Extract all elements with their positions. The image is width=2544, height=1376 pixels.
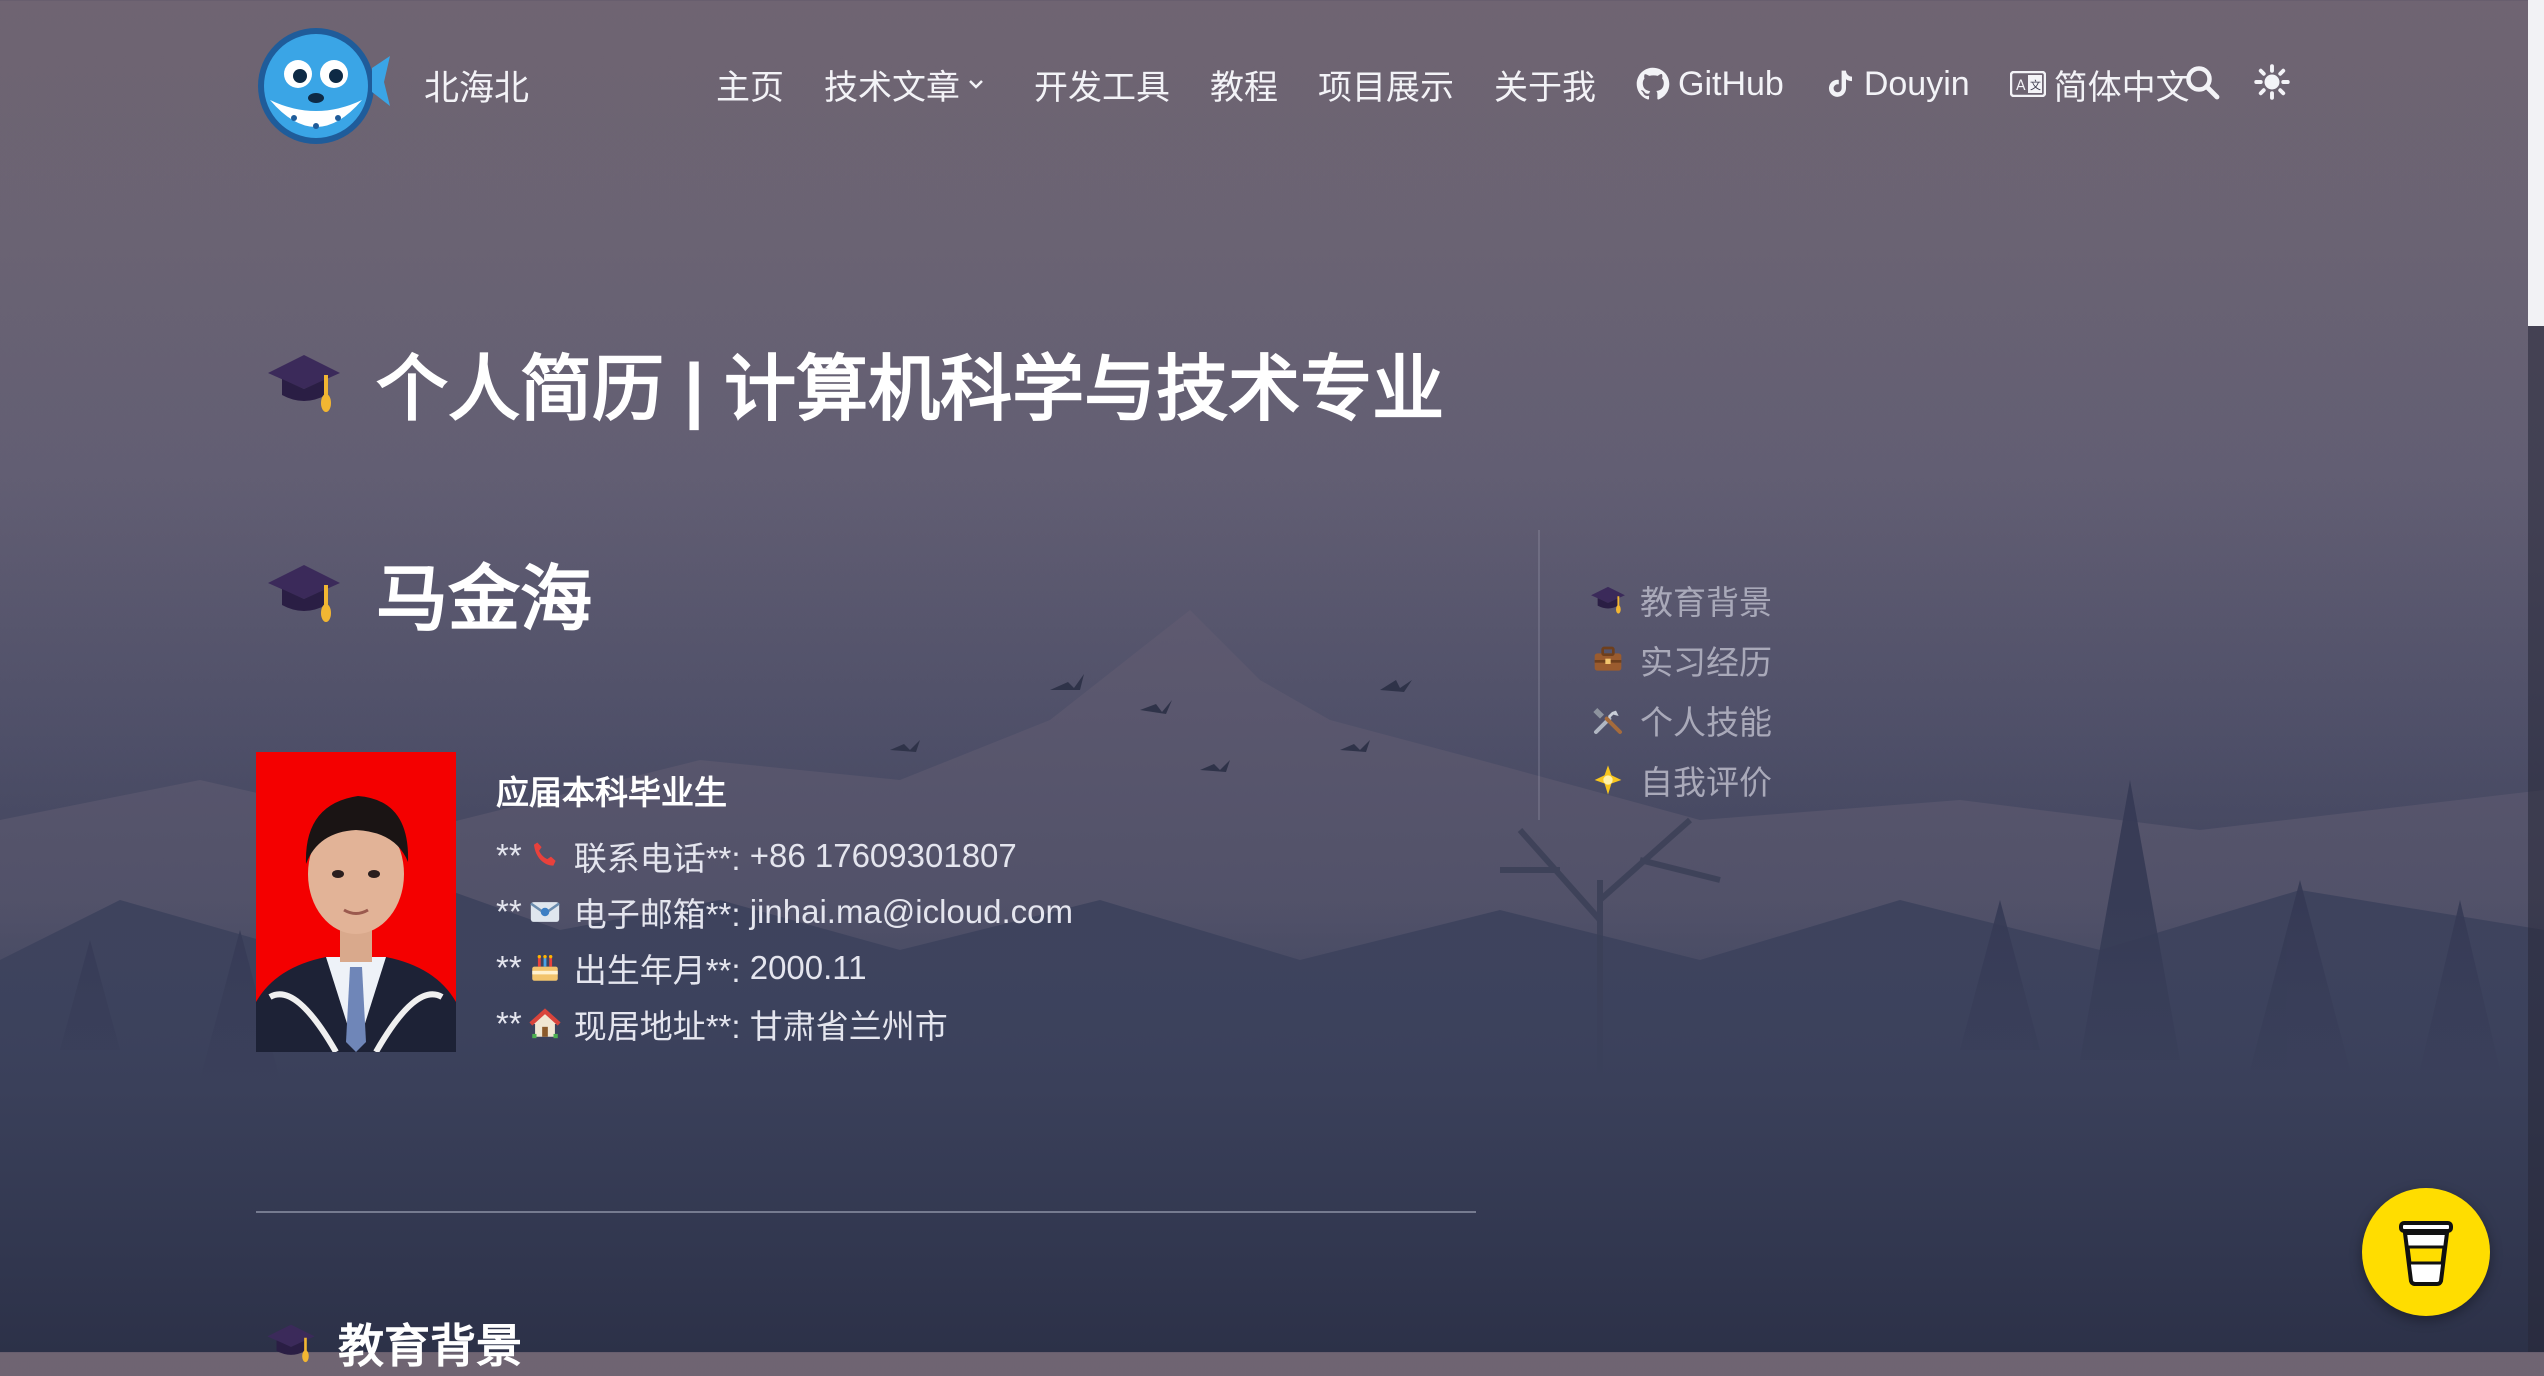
sparkle-icon [1594,765,1622,795]
nav-github-label: GitHub [1678,64,1784,103]
toc-item-label: 自我评价 [1640,764,1772,801]
nav-github[interactable]: GitHub [1636,65,1784,104]
contact-email-label: 电子邮箱**: [573,896,741,933]
table-of-contents: 教育背景 实习经历 个人技能 自我评价 [1538,530,1772,820]
email-icon [529,902,560,922]
nav-dev-tools-label: 开发工具 [1034,68,1170,107]
markdown-asterisks: ** [496,949,522,986]
nav-articles-label: 技术文章 [824,68,960,107]
site-header: 北海北 主页 技术文章 开发工具 教程 项目展示 关于我 GitHub Douy… [0,0,2544,170]
logo-pufferfish[interactable] [254,22,392,148]
contact-info: 应届本科毕业生 ** 联系电话**: +86 17609301807 ** 电子… [496,766,1073,1052]
markdown-asterisks: ** [496,1005,522,1042]
nav-about-label: 关于我 [1494,68,1596,107]
svg-text:A: A [2016,78,2026,94]
contact-email-value[interactable]: jinhai.ma@icloud.com [750,893,1073,931]
resume-subtitle: 应届本科毕业生 [496,774,727,811]
contact-birth: ** 出生年月**: 2000.11 [496,940,1073,996]
nav-projects[interactable]: 项目展示 [1318,60,1454,109]
nav-projects-label: 项目展示 [1318,68,1454,107]
graduation-cap-icon [267,1324,315,1363]
nav-tutorials[interactable]: 教程 [1210,60,1278,109]
section-heading-education-text: 教育背景 [338,1320,522,1372]
graduation-cap-icon [1591,586,1625,614]
coffee-cup-icon [2399,1221,2453,1286]
nav-language[interactable]: A文 简体中文 [2009,60,2190,109]
resume-name-heading: 马金海 [266,540,592,645]
github-icon [1636,67,1670,100]
nav-douyin-label: Douyin [1863,64,1970,103]
section-divider [256,1211,1476,1213]
toc-item-label: 教育背景 [1640,584,1772,621]
theme-toggle-icon[interactable] [2254,64,2290,100]
contact-email: ** 电子邮箱**: jinhai.ma@icloud.com [496,884,1073,940]
page-title: 个人简历 | 计算机科学与技术专业 [266,330,1444,435]
section-heading-education: 教育背景 [266,1310,522,1376]
nav-home-label: 主页 [716,68,784,107]
translate-icon: A文 [2009,71,2046,97]
nav-dev-tools[interactable]: 开发工具 [1034,60,1170,109]
nav-articles[interactable]: 技术文章 [824,60,994,109]
contact-address-value: 甘肃省兰州市 [749,1008,948,1045]
svg-text:文: 文 [2030,78,2041,92]
contact-phone-label: 联系电话**: [573,840,741,877]
nav-language-label: 简体中文 [2053,68,2190,107]
toc-item-internship[interactable]: 实习经历 [1590,636,1772,684]
scrollbar-thumb[interactable] [2528,0,2544,326]
briefcase-icon [1594,646,1622,671]
resume-name: 马金海 [376,560,593,640]
contact-address-label: 现居地址**: [573,1008,741,1045]
tiktok-icon [1828,70,1852,97]
contact-phone: ** 联系电话**: +86 17609301807 [496,828,1073,884]
buy-me-a-coffee-button[interactable] [2362,1188,2490,1316]
main-nav: 主页 技术文章 开发工具 教程 项目展示 关于我 GitHub Douyin A… [716,58,2230,110]
toc-item-label: 个人技能 [1640,704,1772,741]
contact-birth-value: 2000.11 [749,949,867,986]
markdown-asterisks: ** [496,837,522,874]
contact-address: ** 现居地址**: 甘肃省兰州市 [496,996,1073,1052]
toc-item-label: 实习经历 [1640,644,1772,681]
toc-item-self-evaluation[interactable]: 自我评价 [1590,756,1772,804]
house-icon [529,1008,561,1039]
profile-photo [256,752,456,1052]
chevron-down-icon [969,80,983,89]
search-icon[interactable] [2184,64,2220,100]
contact-phone-value[interactable]: +86 17609301807 [750,837,1017,875]
phone-icon [533,842,556,866]
contact-birth-label: 出生年月**: [573,952,741,989]
site-title[interactable]: 北海北 [424,60,529,111]
nav-douyin[interactable]: Douyin [1824,65,1970,104]
background-landscape [0,610,2544,1352]
tools-icon [1593,708,1622,734]
toc-item-education[interactable]: 教育背景 [1590,576,1772,624]
nav-home[interactable]: 主页 [716,60,784,109]
page-title-text: 个人简历 | 计算机科学与技术专业 [376,350,1445,430]
graduation-cap-icon [268,354,340,412]
markdown-asterisks: ** [496,893,522,930]
nav-tutorials-label: 教程 [1210,68,1278,107]
graduation-cap-icon [268,564,340,622]
birthday-cake-icon [531,954,558,981]
nav-about[interactable]: 关于我 [1494,60,1596,109]
toc-item-skills[interactable]: 个人技能 [1590,696,1772,744]
